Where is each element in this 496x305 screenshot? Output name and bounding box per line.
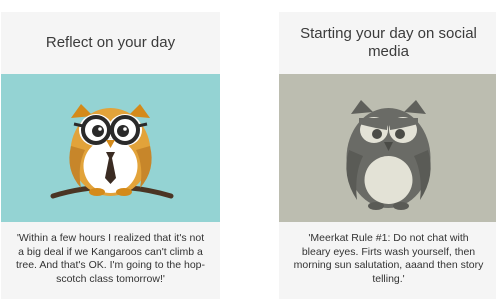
card-quote: 'Meerkat Rule #1: Do not chat with blear…	[293, 232, 484, 285]
card-image	[279, 74, 496, 222]
card-reflect[interactable]: Reflect on your day 'Within a few hours …	[1, 12, 220, 299]
card-image	[1, 74, 220, 222]
card-quote: 'Within a few hours I realized that it's…	[15, 232, 206, 285]
card-title: Starting your day on social media	[300, 25, 477, 60]
grumpy-owl-icon	[346, 100, 431, 210]
card-title: Reflect on your day	[45, 34, 176, 51]
card-social-media[interactable]: Starting your day on social media 'Meerk…	[279, 12, 496, 299]
owl-with-glasses-icon	[50, 104, 174, 199]
